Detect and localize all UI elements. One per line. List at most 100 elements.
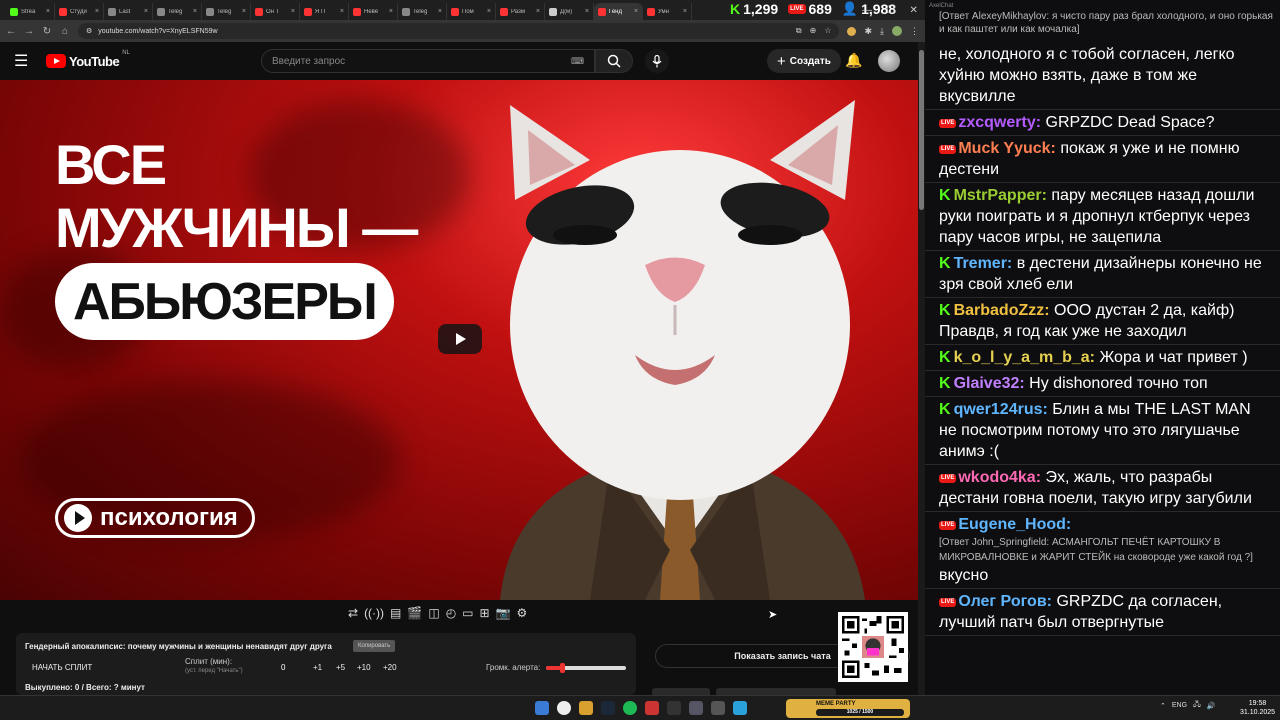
increment-button[interactable]: +1 xyxy=(313,663,322,672)
home-icon[interactable]: ⌂ xyxy=(60,26,70,37)
browser-tab[interactable]: Teleg × xyxy=(202,3,251,20)
chat-username[interactable]: BarbadoZzz: xyxy=(954,302,1050,319)
browser-tab[interactable]: Студи × xyxy=(55,3,104,20)
reload-icon[interactable]: ↻ xyxy=(42,26,52,37)
video-player[interactable]: ВСЕ МУЖЧИНЫ — АБЬЮЗЕРЫ психология xyxy=(0,80,918,600)
increment-button[interactable]: +20 xyxy=(383,663,397,672)
tab-close-icon[interactable]: × xyxy=(46,8,50,15)
spotify-icon[interactable] xyxy=(623,701,637,715)
tab-close-icon[interactable]: × xyxy=(95,8,99,15)
site-info-icon[interactable]: ⚙ xyxy=(86,27,92,35)
search-button[interactable] xyxy=(595,49,633,73)
speed-icon[interactable]: ◴ xyxy=(446,606,456,620)
loop-icon[interactable]: ⇄ xyxy=(348,606,358,620)
tray-chevron-icon[interactable]: ⌃ xyxy=(1160,702,1166,710)
avatar[interactable] xyxy=(878,50,900,72)
browser-tab[interactable]: Last × xyxy=(104,3,153,20)
browser-profile-icon[interactable] xyxy=(892,26,902,36)
increment-button[interactable]: +5 xyxy=(336,663,345,672)
tab-stub[interactable] xyxy=(716,688,836,695)
extension-icon[interactable] xyxy=(847,26,857,36)
steam-icon[interactable] xyxy=(601,701,615,715)
chat-username[interactable]: Glaive32: xyxy=(954,375,1025,392)
page-scrollbar[interactable] xyxy=(918,42,925,695)
address-bar[interactable]: ⚙ youtube.com/watch?v=XnyELSFN59w ⧉ ⊕ ☆ xyxy=(78,23,840,39)
alert-volume-slider[interactable] xyxy=(546,663,626,673)
tab-close-icon[interactable]: × xyxy=(193,8,197,15)
browser-tab[interactable]: Я П × xyxy=(300,3,349,20)
downloads-icon[interactable]: ⤓ xyxy=(880,26,884,37)
telegram-icon[interactable] xyxy=(733,701,747,715)
chat-username[interactable]: Tremer: xyxy=(954,255,1013,272)
tab-close-icon[interactable]: × xyxy=(634,8,638,15)
forward-icon[interactable]: → xyxy=(24,26,34,37)
app-icon[interactable] xyxy=(711,701,725,715)
alert-volume-knob[interactable] xyxy=(560,663,565,673)
increment-button[interactable]: +10 xyxy=(357,663,371,672)
tab-close-icon[interactable]: × xyxy=(683,8,687,15)
tab-close-icon[interactable]: × xyxy=(144,8,148,15)
minimize-icon[interactable]: — xyxy=(862,5,872,16)
close-icon[interactable]: ✕ xyxy=(909,5,917,16)
browser-tab[interactable]: Генд × xyxy=(594,3,643,20)
cinema-icon[interactable]: ▤ xyxy=(390,606,401,620)
play-button[interactable] xyxy=(438,324,482,354)
browser-tab[interactable]: Неве × xyxy=(349,3,398,20)
taskbar-clock[interactable]: 19:58 31.10.2025 xyxy=(1240,699,1275,717)
settings-gear-icon[interactable]: ⚙ xyxy=(517,606,528,620)
browser-tab[interactable]: Пом × xyxy=(447,3,496,20)
clapper-icon[interactable]: 🎬 xyxy=(407,606,422,620)
tab-close-icon[interactable]: × xyxy=(487,8,491,15)
volume-icon[interactable]: 🔊 xyxy=(1207,702,1216,710)
app-icon[interactable] xyxy=(667,701,681,715)
chat-username[interactable]: wkodo4ka: xyxy=(958,469,1041,486)
zoom-icon[interactable]: ⊕ xyxy=(810,26,817,36)
screenshot-icon[interactable]: 📷 xyxy=(496,606,511,620)
browser-tab[interactable]: Д(м) × xyxy=(545,3,594,20)
chat-username[interactable]: k_o_l_y_a_m_b_a: xyxy=(954,349,1095,366)
tab-stub[interactable] xyxy=(652,688,710,695)
network-icon[interactable]: 🖧 xyxy=(1193,700,1201,711)
start-split-button[interactable]: НАЧАТЬ СПЛИТ xyxy=(32,663,92,672)
language-indicator[interactable]: ENG xyxy=(1172,702,1187,709)
chat-username[interactable]: Muck Yyuck: xyxy=(958,140,1056,157)
add-icon[interactable]: ⊞ xyxy=(480,606,490,620)
chat-username[interactable]: zxcqwerty: xyxy=(958,114,1041,131)
browser-tab[interactable]: Он Т × xyxy=(251,3,300,20)
tab-close-icon[interactable]: × xyxy=(536,8,540,15)
tab-close-icon[interactable]: × xyxy=(389,8,393,15)
search-input[interactable] xyxy=(272,55,571,67)
install-app-icon[interactable]: ⧉ xyxy=(796,26,802,36)
tab-close-icon[interactable]: × xyxy=(438,8,442,15)
create-button[interactable]: + Создать xyxy=(767,49,841,73)
keyboard-icon[interactable]: ⌨ xyxy=(571,56,584,67)
media-player-icon[interactable] xyxy=(689,701,703,715)
voice-search-button[interactable] xyxy=(645,49,669,73)
tab-close-icon[interactable]: × xyxy=(585,8,589,15)
chat-username[interactable]: Eugene_Hood: xyxy=(958,516,1071,533)
bookmark-star-icon[interactable]: ☆ xyxy=(824,26,831,36)
tab-close-icon[interactable]: × xyxy=(242,8,246,15)
notifications-bell-icon[interactable]: 🔔 xyxy=(845,52,862,69)
scrollbar-thumb[interactable] xyxy=(919,50,924,210)
browser-tab[interactable]: Разм × xyxy=(496,3,545,20)
chrome-icon[interactable] xyxy=(557,701,571,715)
broadcast-icon[interactable]: ((·)) xyxy=(364,606,384,620)
browser-tab[interactable]: Умн × xyxy=(643,3,692,20)
youtube-logo[interactable]: YouTube NL xyxy=(46,50,130,69)
file-explorer-icon[interactable] xyxy=(579,701,593,715)
browser-tab[interactable]: Teleg × xyxy=(153,3,202,20)
copy-button[interactable]: Копировать xyxy=(353,640,396,652)
browser-tab[interactable]: Strea × xyxy=(6,3,55,20)
tab-close-icon[interactable]: × xyxy=(340,8,344,15)
subtitles-icon[interactable]: ▭ xyxy=(462,606,473,620)
chat-username[interactable]: MstrPapper: xyxy=(954,187,1047,204)
maximize-icon[interactable]: ☐ xyxy=(886,5,895,16)
back-icon[interactable]: ← xyxy=(6,26,16,37)
chat-username[interactable]: qwer124rus: xyxy=(954,401,1048,418)
obs-icon[interactable] xyxy=(645,701,659,715)
browser-menu-icon[interactable]: ⋮ xyxy=(910,26,919,37)
hamburger-menu-icon[interactable]: ☰ xyxy=(14,51,34,71)
picture-in-picture-icon[interactable]: ◫ xyxy=(428,606,439,620)
tab-close-icon[interactable]: × xyxy=(291,8,295,15)
